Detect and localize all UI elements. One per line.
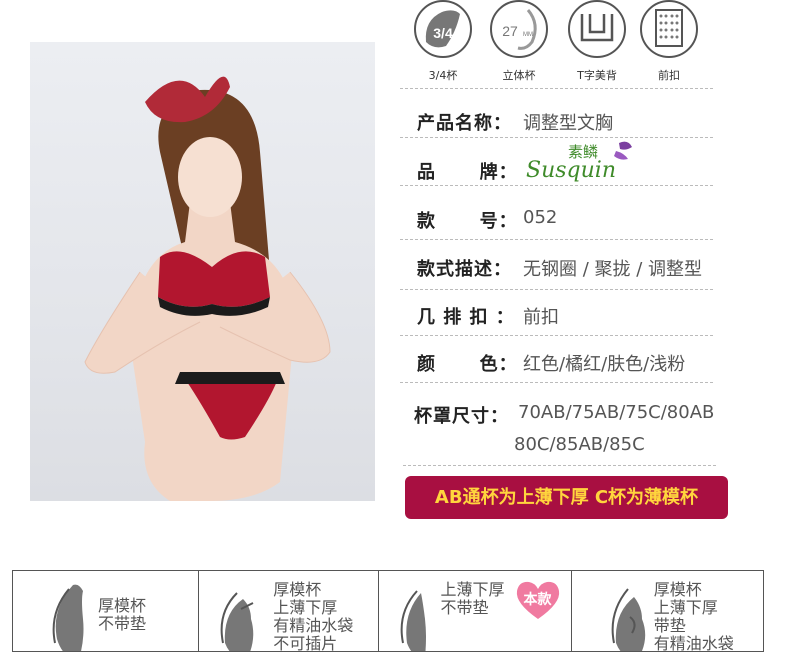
spec-key: 几 排 扣 ： (417, 307, 515, 328)
thickness-unit: MM (523, 32, 533, 38)
cup-type-card: 厚模杯 上薄下厚 带垫 有精油水袋 (572, 571, 763, 651)
divider (403, 465, 716, 466)
cup-text-line: 不带垫 (440, 598, 489, 617)
cup-profile-icon (220, 592, 254, 651)
spec-key: 产品名称： (417, 113, 512, 134)
front-clasp-icon (640, 0, 698, 58)
feature-3d-cup: 27 MM 立体杯 (479, 0, 559, 83)
cup-profile-icon (611, 588, 645, 651)
three-quarter-text: 3/4 (433, 25, 453, 41)
spec-row-name: 产品名称： 调整型文胸 (400, 89, 713, 138)
three-quarter-cup-icon: 3/4 (414, 0, 472, 58)
spec-key: 颜 色： (417, 354, 518, 375)
cup-text-line: 不可插片 (273, 634, 338, 652)
cup-profile-icon (52, 584, 84, 651)
feature-t-back: T字美背 (557, 0, 637, 83)
spec-row-style: 款式描述： 无钢圈 / 聚拢 / 调整型 (400, 239, 713, 290)
cup-text-line: 有精油水袋 (653, 634, 734, 652)
current-style-heart-badge: 本款 (513, 579, 563, 621)
feature-three-quarter-cup: 3/4 3/4杯 (403, 0, 483, 83)
cup-text-line: 有精油水袋 (273, 616, 354, 635)
cup-text-line: 上薄下厚 (440, 580, 505, 599)
cup-text-line: 带垫 (653, 616, 686, 635)
spec-key: 款 号： (417, 211, 518, 232)
feature-label: T字美背 (577, 69, 617, 82)
cup-text-line: 上薄下厚 (273, 598, 338, 617)
feature-front-clasp: 前扣 (629, 0, 709, 83)
spec-value: 红色/橘红/肤色/浅粉 (523, 354, 686, 375)
feature-label: 立体杯 (502, 69, 536, 82)
cup-text-line: 厚模杯 (653, 580, 702, 599)
cup-text-line: 厚模杯 (98, 596, 147, 615)
model-photo-illustration (84, 76, 331, 501)
spec-value-size-line2: 80C/85AB/85C (514, 434, 645, 455)
feature-label: 前扣 (658, 69, 680, 82)
spec-value: 前扣 (523, 307, 559, 328)
brand-logo-en: Susquin (526, 158, 616, 183)
cup-type-card: 上薄下厚 不带垫 本款 (379, 571, 572, 651)
cup-types-panel: 厚模杯 不带垫 厚模杯 上薄下厚 有精油水袋 不可插片 上薄下厚 不带垫 本款 … (12, 570, 764, 652)
product-photo (30, 42, 375, 501)
spec-key: 品 牌： (417, 162, 518, 183)
spec-value-size-line1: 70AB/75AB/75C/80AB (518, 402, 715, 423)
spec-value: 052 (523, 207, 558, 228)
spec-row-model: 款 号： 052 (400, 185, 713, 240)
3d-body-icon: 27 MM (490, 0, 548, 58)
spec-key-size: 杯罩尺寸： (414, 406, 509, 427)
t-back-icon (568, 0, 626, 58)
spec-value: 无钢圈 / 聚拢 / 调整型 (523, 259, 703, 280)
cup-text-line: 厚模杯 (273, 580, 322, 599)
feature-label: 3/4杯 (428, 69, 458, 82)
spec-row-color: 颜 色： 红色/橘红/肤色/浅粉 (400, 335, 713, 383)
cup-text-line: 上薄下厚 (653, 598, 718, 617)
spec-row-brand: 品 牌： 素鳞 Susquin (400, 137, 713, 186)
cup-text-line: 不带垫 (98, 614, 147, 633)
spec-key: 款式描述： (417, 259, 512, 280)
brand-logo: 素鳞 Susquin (526, 141, 632, 183)
cup-type-card: 厚模杯 不带垫 (13, 571, 200, 651)
spec-row-clasp: 几 排 扣 ： 前扣 (400, 289, 713, 336)
spec-value: 调整型文胸 (523, 113, 613, 134)
badge-text: 本款 (523, 592, 552, 608)
thickness-value: 27 (502, 23, 518, 39)
cup-profile-icon (400, 590, 426, 651)
cup-type-card: 厚模杯 上薄下厚 有精油水袋 不可插片 (199, 571, 379, 652)
cup-note-banner: AB通杯为上薄下厚 C杯为薄模杯 (405, 476, 728, 519)
